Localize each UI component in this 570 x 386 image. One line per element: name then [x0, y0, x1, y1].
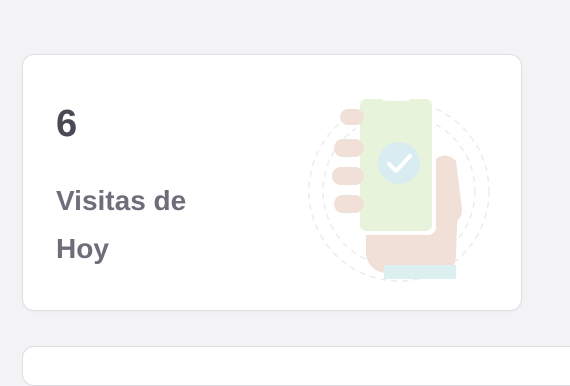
visits-stat-card: 6 Visitas de Hoy: [22, 54, 522, 311]
stat-label: Visitas de Hoy: [56, 185, 187, 264]
stat-value: 6: [56, 103, 78, 145]
next-card: [22, 346, 570, 386]
phone-check-icon: [308, 95, 490, 282]
